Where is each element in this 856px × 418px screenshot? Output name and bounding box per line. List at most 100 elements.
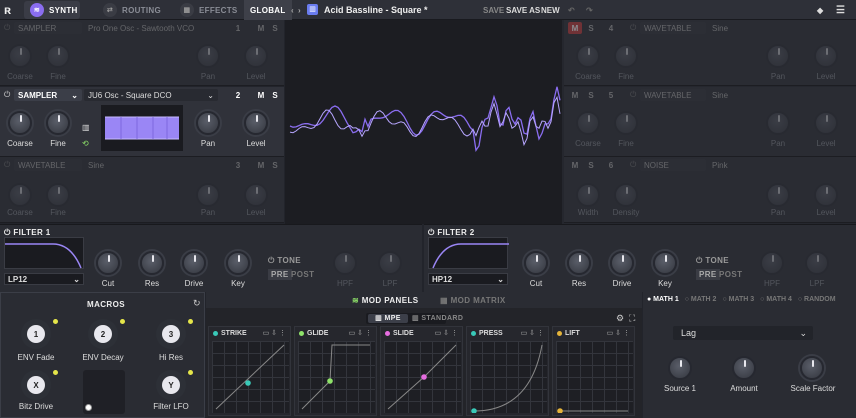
panel-tools-icon[interactable]: ▭ ⇩ ⋮ — [263, 329, 286, 337]
undo-icon[interactable]: ↶ — [568, 3, 575, 17]
power-icon[interactable]: ⏻ — [4, 160, 10, 170]
amount-knob[interactable] — [732, 356, 756, 380]
save-as-button[interactable]: SAVE AS — [506, 3, 540, 17]
osc-source-dropdown[interactable]: Sine — [84, 159, 222, 171]
mute-button[interactable]: M — [254, 22, 268, 34]
osc-source-dropdown[interactable]: Pro One Osc - Sawtooth VCO — [84, 22, 222, 34]
level-knob[interactable] — [244, 44, 268, 68]
panel-tools-icon[interactable]: ▭ ⇩ ⋮ — [521, 329, 544, 337]
filter-drive-knob[interactable] — [610, 251, 634, 275]
refresh-icon[interactable]: ↻ — [193, 298, 201, 309]
pan-knob[interactable] — [196, 111, 220, 135]
math-tab-3[interactable]: ○ MATH 3 — [722, 296, 754, 308]
panel-tools-icon[interactable]: ▭ ⇩ ⋮ — [435, 329, 458, 337]
power-icon[interactable]: ⏻ — [630, 90, 636, 100]
pan-knob[interactable] — [196, 44, 220, 68]
coarse-knob[interactable] — [576, 111, 600, 135]
osc-type-dropdown[interactable]: WAVETABLE — [14, 159, 82, 171]
tab-effects[interactable]: ▦ EFFECTS — [180, 0, 238, 20]
tab-routing[interactable]: ⇄ ROUTING — [103, 0, 161, 20]
filter-drive-knob[interactable] — [182, 251, 206, 275]
math-tab-4[interactable]: ○ MATH 4 — [760, 296, 792, 308]
expand-icon[interactable]: ⛶ — [629, 313, 635, 324]
mute-button[interactable]: M — [254, 89, 268, 101]
preset-prev-button[interactable]: ‹ — [291, 3, 294, 17]
power-icon[interactable]: ⏻ — [4, 90, 10, 100]
fine-knob[interactable] — [46, 111, 70, 135]
power-icon[interactable]: ⏻ — [696, 256, 705, 265]
hpf-knob[interactable] — [760, 251, 784, 275]
tab-mod-matrix[interactable]: ▦ MOD MATRIX — [440, 296, 506, 305]
pan-knob[interactable] — [196, 183, 220, 207]
mod-curve-graph[interactable] — [470, 341, 547, 414]
tab-mod-panels[interactable]: ≋ MOD PANELS — [352, 296, 418, 305]
filter-cut-knob[interactable] — [524, 251, 548, 275]
level-knob[interactable] — [244, 111, 268, 135]
menu-icon[interactable]: ☰ — [836, 3, 845, 17]
panel-tools-icon[interactable]: ▭ ⇩ ⋮ — [349, 329, 372, 337]
macro-3-knob[interactable]: 3 — [156, 319, 186, 349]
mod-curve-graph[interactable] — [384, 341, 461, 413]
mod-curve-graph[interactable] — [298, 341, 375, 413]
fine-knob[interactable] — [614, 111, 638, 135]
pan-knob[interactable] — [766, 44, 790, 68]
filter-1-type-select[interactable]: LP12 ⌄ — [4, 273, 84, 285]
solo-button[interactable]: S — [584, 89, 598, 101]
fine-knob[interactable] — [46, 44, 70, 68]
mute-button[interactable]: M — [568, 22, 582, 34]
filter-res-knob[interactable] — [140, 251, 164, 275]
mode-mpe-button[interactable]: ▥ MPE — [368, 314, 408, 323]
math-tab-2[interactable]: ○ MATH 2 — [685, 296, 717, 308]
level-knob[interactable] — [814, 44, 838, 68]
coarse-knob[interactable] — [8, 183, 32, 207]
gear-icon[interactable]: ⚙ — [616, 313, 624, 324]
pan-knob[interactable] — [766, 111, 790, 135]
mod-curve-graph[interactable] — [556, 341, 633, 414]
osc-type-dropdown[interactable]: SAMPLER — [14, 22, 82, 34]
filter-2-curve[interactable] — [428, 237, 509, 269]
coarse-knob[interactable] — [576, 44, 600, 68]
filter-key-knob[interactable] — [653, 251, 677, 275]
coarse-knob[interactable] — [8, 111, 32, 135]
mode-standard-button[interactable]: ▥ STANDARD — [412, 314, 463, 322]
lpf-knob[interactable] — [805, 251, 829, 275]
power-icon[interactable]: ⏻ — [4, 23, 10, 33]
filter-key-knob[interactable] — [226, 251, 250, 275]
density-knob[interactable] — [614, 183, 638, 207]
mute-button[interactable]: M — [568, 89, 582, 101]
level-knob[interactable] — [814, 183, 838, 207]
math-tab-5[interactable]: ○ RANDOM — [798, 296, 836, 308]
power-icon[interactable]: ⏻ — [630, 160, 636, 170]
keyboard-icon[interactable]: ▥ — [82, 123, 90, 132]
solo-button[interactable]: S — [268, 159, 282, 171]
scale-factor-knob[interactable] — [800, 356, 824, 380]
filter-res-knob[interactable] — [567, 251, 591, 275]
level-knob[interactable] — [244, 183, 268, 207]
diamond-icon[interactable]: ◆ — [817, 3, 823, 17]
coarse-knob[interactable] — [8, 44, 32, 68]
math-mode-select[interactable]: Lag ⌄ — [673, 326, 813, 340]
source-1-knob[interactable] — [668, 356, 692, 380]
osc-source-dropdown[interactable]: JU6 Osc - Square DCO ⌄ — [84, 89, 218, 101]
sample-display[interactable] — [101, 105, 183, 151]
hpf-knob[interactable] — [333, 251, 357, 275]
osc-source-dropdown[interactable]: Sine — [708, 89, 838, 101]
power-icon[interactable]: ⏻ — [4, 228, 13, 237]
macro-y-knob[interactable]: Y — [156, 370, 186, 400]
tone-post-button[interactable]: POST — [719, 270, 742, 279]
osc-type-dropdown[interactable]: SAMPLER ⌄ — [14, 89, 82, 101]
mute-button[interactable]: M — [568, 159, 582, 171]
lpf-knob[interactable] — [378, 251, 402, 275]
mute-button[interactable]: M — [254, 159, 268, 171]
osc-type-dropdown[interactable]: WAVETABLE — [640, 89, 706, 101]
solo-button[interactable]: S — [268, 89, 282, 101]
tab-synth[interactable]: ≋ SYNTH — [30, 0, 78, 20]
tone-post-button[interactable]: POST — [291, 270, 314, 279]
power-icon[interactable]: ⏻ — [630, 23, 636, 33]
osc-type-dropdown[interactable]: WAVETABLE — [640, 22, 706, 34]
xy-pad-handle[interactable] — [85, 404, 92, 411]
redo-icon[interactable]: ↷ — [586, 3, 593, 17]
loop-icon[interactable]: ⟲ — [82, 139, 89, 148]
tone-pre-button[interactable]: PRE — [268, 269, 292, 280]
osc-source-dropdown[interactable]: Sine — [708, 22, 838, 34]
